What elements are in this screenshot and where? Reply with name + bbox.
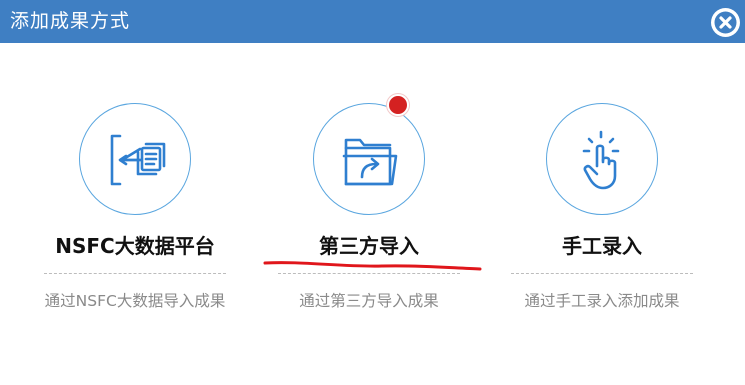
manual-entry-option-title: 手工录入 xyxy=(562,234,642,258)
third-party-option-title: 第三方导入 xyxy=(319,234,419,258)
close-button[interactable] xyxy=(711,8,740,37)
third-party-option-description: 通过第三方导入成果 xyxy=(299,292,439,310)
manual-entry-option-divider xyxy=(511,273,693,274)
nsfc-option-title: NSFC大数据平台 xyxy=(55,234,215,258)
third-party-option-button[interactable] xyxy=(313,103,425,215)
nsfc-option-button[interactable] xyxy=(79,103,191,215)
folder-share-icon xyxy=(342,138,398,186)
dialog-title: 添加成果方式 xyxy=(10,10,131,32)
red-underline-annotation xyxy=(263,261,482,271)
manual-entry-option-description: 通过手工录入添加成果 xyxy=(524,292,680,310)
nsfc-option-description: 通过NSFC大数据导入成果 xyxy=(44,292,226,310)
nsfc-option-divider xyxy=(44,273,226,274)
notification-badge xyxy=(387,94,409,116)
close-icon xyxy=(714,11,737,34)
dialog-header: 添加成果方式 xyxy=(0,0,745,43)
import-data-icon xyxy=(110,134,166,186)
manual-entry-option-button[interactable] xyxy=(546,103,658,215)
tap-hand-icon xyxy=(582,130,620,190)
